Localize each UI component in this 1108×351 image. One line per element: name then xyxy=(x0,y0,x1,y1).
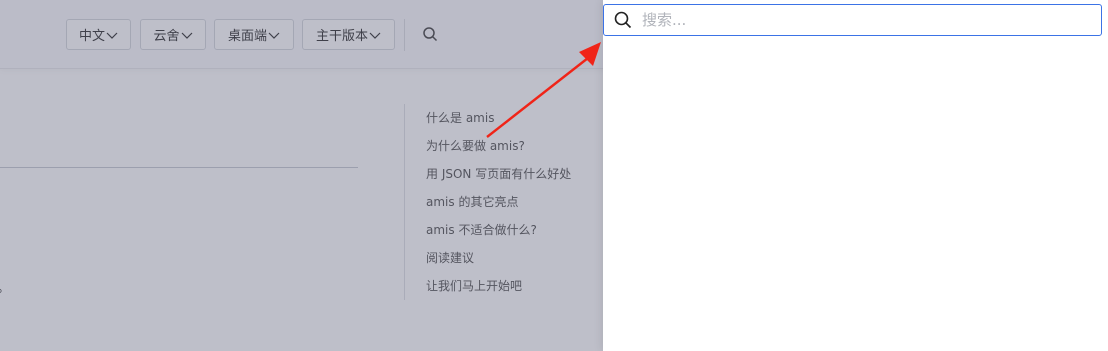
search-box xyxy=(603,4,1102,36)
search-input[interactable] xyxy=(642,9,1082,31)
search-icon xyxy=(614,11,632,29)
search-panel xyxy=(603,0,1108,351)
